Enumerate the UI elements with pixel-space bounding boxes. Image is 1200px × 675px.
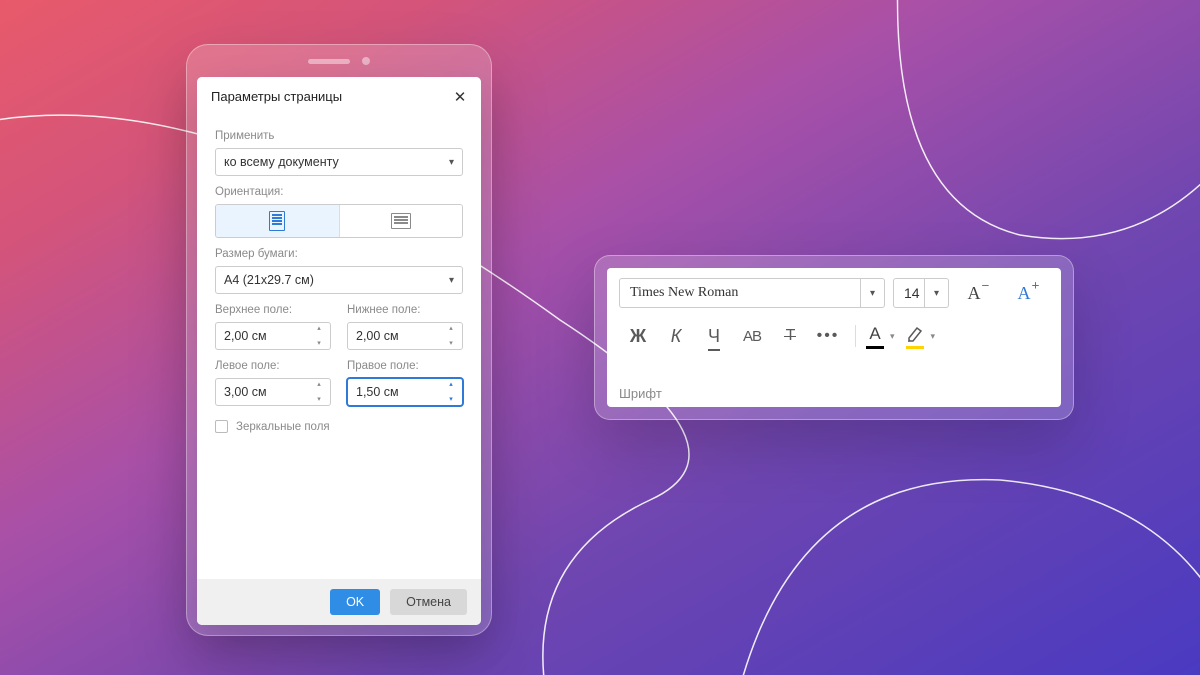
bottom-margin-input[interactable]: 2,00 см ▴▾: [347, 322, 463, 350]
chevron-down-icon[interactable]: ▾: [449, 396, 453, 403]
right-margin-input[interactable]: 1,50 см ▴▾: [347, 378, 463, 406]
right-margin-label: Правое поле:: [347, 360, 463, 372]
ok-button[interactable]: OK: [330, 589, 380, 615]
chevron-up-icon[interactable]: ▴: [449, 381, 453, 388]
chevron-down-icon: ▾: [449, 157, 454, 168]
phone-notch: [187, 57, 491, 65]
apply-to-select[interactable]: ко всему документу ▾: [215, 148, 463, 176]
underline-button[interactable]: Ч: [697, 322, 731, 350]
chevron-down-icon[interactable]: ▾: [317, 396, 321, 403]
top-margin-label: Верхнее поле:: [215, 304, 331, 316]
more-options-button[interactable]: •••: [811, 322, 845, 350]
font-color-button[interactable]: А ▾: [866, 324, 901, 349]
highlight-color-button[interactable]: ▾: [905, 324, 942, 349]
mirror-margins-label: Зеркальные поля: [236, 421, 330, 433]
bottom-margin-label: Нижнее поле:: [347, 304, 463, 316]
font-color-icon: А: [869, 324, 880, 344]
italic-button[interactable]: К: [659, 322, 693, 350]
separator: [855, 325, 856, 347]
bold-button[interactable]: Ж: [621, 322, 655, 350]
mirror-margins-checkbox[interactable]: Зеркальные поля: [215, 420, 463, 433]
font-family-select[interactable]: Times New Roman ▾: [619, 278, 885, 308]
small-caps-button[interactable]: АВ: [735, 322, 769, 350]
close-icon[interactable]: ✕: [453, 90, 467, 104]
phone-frame: Параметры страницы ✕ Применить ко всему …: [186, 44, 492, 636]
checkbox-icon: [215, 420, 228, 433]
chevron-down-icon[interactable]: ▾: [449, 340, 453, 347]
chevron-up-icon[interactable]: ▴: [317, 381, 321, 388]
dialog-footer: OK Отмена: [197, 579, 481, 625]
cancel-button[interactable]: Отмена: [390, 589, 467, 615]
orientation-label: Ориентация:: [215, 186, 463, 198]
portrait-icon: [269, 211, 285, 231]
top-margin-input[interactable]: 2,00 см ▴▾: [215, 322, 331, 350]
highlighter-icon: [905, 324, 925, 344]
chevron-up-icon[interactable]: ▴: [449, 325, 453, 332]
page-setup-dialog: Параметры страницы ✕ Применить ко всему …: [197, 77, 481, 625]
landscape-icon: [391, 213, 411, 229]
strikethrough-button[interactable]: Т: [773, 322, 807, 350]
left-margin-input[interactable]: 3,00 см ▴▾: [215, 378, 331, 406]
font-panel: Times New Roman ▾ 14 ▾ A− A+ Ж К Ч АВ Т …: [607, 268, 1061, 407]
font-panel-frame: Times New Roman ▾ 14 ▾ A− A+ Ж К Ч АВ Т …: [594, 255, 1074, 420]
chevron-down-icon[interactable]: ▾: [860, 279, 884, 307]
increase-font-button[interactable]: A+: [1007, 278, 1049, 308]
chevron-down-icon: ▾: [449, 275, 454, 286]
apply-to-label: Применить: [215, 130, 463, 142]
font-color-swatch: [866, 346, 884, 349]
chevron-up-icon[interactable]: ▴: [317, 325, 321, 332]
chevron-down-icon[interactable]: ▾: [924, 279, 948, 307]
dialog-title-text: Параметры страницы: [211, 89, 342, 104]
font-family-value: Times New Roman: [620, 285, 860, 301]
decrease-font-button[interactable]: A−: [957, 278, 999, 308]
orientation-landscape-button[interactable]: [340, 205, 463, 237]
font-panel-label: Шрифт: [619, 376, 1049, 401]
left-margin-label: Левое поле:: [215, 360, 331, 372]
font-size-select[interactable]: 14 ▾: [893, 278, 949, 308]
chevron-down-icon[interactable]: ▾: [884, 331, 901, 342]
paper-size-select[interactable]: A4 (21x29.7 см) ▾: [215, 266, 463, 294]
chevron-down-icon[interactable]: ▾: [317, 340, 321, 347]
paper-size-value: A4 (21x29.7 см): [224, 273, 314, 287]
dialog-titlebar: Параметры страницы ✕: [197, 77, 481, 114]
paper-size-label: Размер бумаги:: [215, 248, 463, 260]
font-size-value: 14: [894, 285, 924, 301]
highlight-color-swatch: [906, 346, 924, 349]
orientation-portrait-button[interactable]: [216, 205, 339, 237]
chevron-down-icon[interactable]: ▾: [925, 331, 942, 342]
apply-to-value: ко всему документу: [224, 155, 339, 169]
orientation-toggle: [215, 204, 463, 238]
